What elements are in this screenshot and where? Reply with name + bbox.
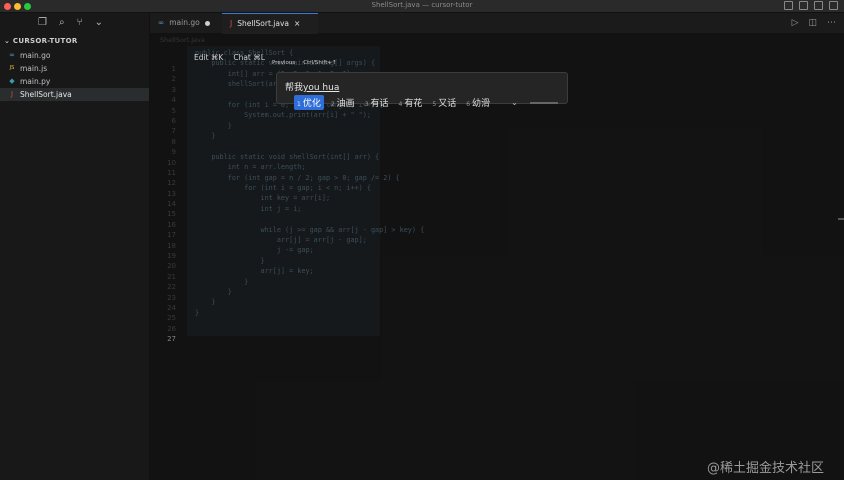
ime-candidate-bar: 1 优化 2 油画 3 有话 4 有花 5 又话 6 幼滑 ⌄ xyxy=(294,95,558,110)
search-icon[interactable]: ⌕ xyxy=(59,17,65,28)
previous-shortcut: Ctrl/Shift+↑ xyxy=(303,60,337,66)
tab-shellsort-java[interactable]: J ShellSort.java × xyxy=(222,13,318,34)
toggle-secondary-sidebar-icon[interactable] xyxy=(814,1,823,10)
vertical-scrollbar[interactable] xyxy=(838,218,844,220)
python-file-icon: ◆ xyxy=(9,77,15,85)
unsaved-dot-icon xyxy=(204,20,210,26)
source-control-icon[interactable]: ⑂ xyxy=(77,17,83,28)
watermark: @稀土掘金技术社区 xyxy=(706,461,824,476)
chat-mode-tab[interactable]: Chat ⌘L xyxy=(233,53,265,62)
file-tree: ∞ main.go JS main.js ◆ main.py J ShellSo… xyxy=(0,49,149,101)
editor-tab-bar: ∞ main.go J ShellSort.java × ▷ ◫ ⋯ xyxy=(150,13,844,34)
ime-candidate[interactable]: 3 有话 xyxy=(362,95,392,110)
copy-files-icon[interactable]: ❐ xyxy=(38,17,47,28)
ime-candidate[interactable]: 6 幼滑 xyxy=(463,95,493,110)
close-tab-icon[interactable]: × xyxy=(294,14,300,34)
edit-mode-tab[interactable]: Edit ⌘K xyxy=(194,53,223,62)
js-file-icon: JS xyxy=(9,65,15,71)
ime-candidate[interactable]: 2 油画 xyxy=(328,95,358,110)
file-item-main-go[interactable]: ∞ main.go xyxy=(0,49,149,62)
ime-candidate[interactable]: 4 有花 xyxy=(396,95,426,110)
more-actions-icon[interactable]: ⋯ xyxy=(827,18,836,28)
explorer-section-title[interactable]: ⌄ CURSOR-TUTOR xyxy=(4,37,78,45)
run-icon[interactable]: ▷ xyxy=(792,18,799,28)
previous-prompt-link[interactable]: Previous xyxy=(272,60,295,66)
split-editor-icon[interactable]: ◫ xyxy=(808,18,817,28)
explorer-sidebar: ❐ ⌕ ⑂ ⌄ ⌄ CURSOR-TUTOR ∞ main.go JS main… xyxy=(0,13,150,480)
title-bar: ShellSort.java — cursor-tutor xyxy=(0,0,844,13)
java-file-icon: J xyxy=(10,90,14,98)
chevron-down-icon[interactable]: ⌄ xyxy=(95,17,103,28)
prompt-input[interactable]: 帮我you hua xyxy=(285,80,339,93)
file-item-shellsort-java[interactable]: J ShellSort.java xyxy=(0,88,149,101)
file-item-main-js[interactable]: JS main.js xyxy=(0,62,149,75)
ime-composition-text: you hua xyxy=(303,83,340,93)
file-item-main-py[interactable]: ◆ main.py xyxy=(0,75,149,88)
go-file-icon: ∞ xyxy=(9,51,15,59)
ime-candidate[interactable]: 1 优化 xyxy=(294,95,324,110)
ime-candidate[interactable]: 5 又话 xyxy=(429,95,459,110)
chevron-down-icon[interactable]: ⌄ xyxy=(511,98,518,107)
java-file-icon: J xyxy=(230,19,233,28)
window-title: ShellSort.java — cursor-tutor xyxy=(371,1,473,9)
inline-edit-mode-tabs: Edit ⌘K Chat ⌘L xyxy=(194,53,265,62)
ime-scroll-bar xyxy=(529,101,558,104)
previous-hint: Previous Ctrl/Shift+↑ xyxy=(272,60,337,66)
customize-layout-icon[interactable] xyxy=(829,1,838,10)
chevron-down-icon: ⌄ xyxy=(4,37,13,45)
toggle-sidebar-icon[interactable] xyxy=(784,1,793,10)
go-file-icon: ∞ xyxy=(158,18,165,27)
toggle-panel-icon[interactable] xyxy=(799,1,808,10)
